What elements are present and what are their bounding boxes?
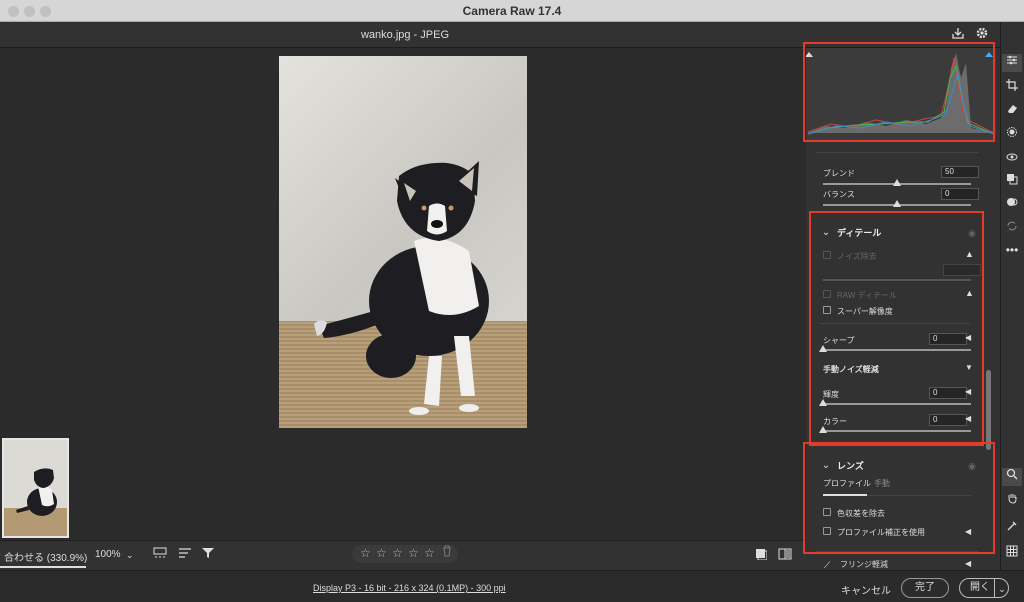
raw-detail-checkbox[interactable] [823,290,831,298]
reset-arrow-icon[interactable]: ◀ [965,387,971,396]
tab-profile[interactable]: プロファイル [823,478,871,489]
open-button-divider [994,578,995,598]
sharpen-label: シャープ [823,336,855,345]
visibility-eye-icon[interactable]: ◉ [966,224,978,242]
reset-arrow-icon[interactable]: ◀ [965,414,971,423]
super-resolution-checkbox[interactable] [823,306,831,314]
snapshots-icon[interactable] [1002,196,1022,212]
mask-icon[interactable] [1002,126,1022,142]
edit-sliders-icon[interactable] [1002,54,1022,72]
detail-section-title[interactable]: ディテール [837,226,881,239]
expand-arrow-icon[interactable]: ◀ [965,527,971,536]
color-noise-slider-handle[interactable] [819,426,827,433]
warning-icon: ▲ [965,249,974,259]
zoom-fit-label[interactable]: 合わせる (330.9%) [4,549,87,564]
tab-divider [867,495,971,496]
blend-value[interactable]: 50 [941,166,979,178]
noise-reduction-checkbox[interactable] [823,251,831,259]
sort-icon[interactable] [177,545,193,563]
raw-detail-label: RAW ディテール [837,291,898,300]
panel-divider [816,152,978,153]
noise-reduction-value [943,264,981,276]
reset-arrow-icon[interactable]: ◀ [965,333,971,342]
eraser-icon[interactable] [1002,102,1022,118]
sync-icon[interactable] [1002,220,1022,236]
panel-divider [820,323,970,324]
more-icon[interactable]: ••• [1002,242,1022,258]
rating-star-3[interactable]: ☆ [392,546,403,560]
rating-star-5[interactable]: ☆ [424,546,435,560]
grid-icon[interactable] [1002,545,1022,561]
lens-section-title[interactable]: レンズ [837,459,864,472]
file-name: wanko.jpg - JPEG [360,29,450,41]
warning-icon: ▲ [965,288,974,298]
sharpen-slider-track[interactable] [823,349,971,351]
zoom-icon[interactable] [1002,468,1022,486]
fringe-icon: ⟋ [823,560,831,570]
use-profile-label: プロファイル補正を使用 [837,528,925,537]
remove-ca-checkbox[interactable] [823,508,831,516]
color-noise-slider-track[interactable] [823,430,971,432]
chevron-down-icon[interactable]: ⌄ [820,457,832,475]
use-profile-checkbox[interactable] [823,527,831,535]
panel-divider [816,551,978,552]
fringe-section-title[interactable]: フリンジ軽減 [840,559,888,570]
filmstrip-toggle-icon[interactable] [152,545,168,563]
redeye-icon[interactable] [1002,150,1022,166]
preview-photo [279,56,527,428]
panel-scrollbar[interactable] [986,370,991,450]
filmstrip [0,436,806,540]
crop-icon[interactable] [1002,79,1022,95]
chevron-down-icon[interactable]: ⌄ [820,224,832,242]
tab-profile-underline [823,494,867,496]
luminance-slider-track[interactable] [823,403,971,405]
cancel-button[interactable]: キャンセル [841,582,891,597]
detail-highlight [809,211,984,446]
preview-mode-icon[interactable] [754,546,768,564]
luminance-slider-handle[interactable] [819,399,827,406]
color-sampler-icon[interactable] [1002,520,1022,536]
super-resolution-label: スーパー解像度 [837,307,893,316]
zoom-fit-underline [0,566,86,568]
balance-value[interactable]: 0 [941,188,979,200]
balance-slider-handle[interactable] [893,200,901,207]
done-button[interactable]: 完了 [901,578,949,598]
rating-star-1[interactable]: ☆ [360,546,371,560]
open-options-chevron-icon[interactable]: ⌄ [996,580,1008,598]
blend-label: ブレンド [823,169,855,178]
sharpen-slider-handle[interactable] [819,345,827,352]
histogram-highlight [803,42,995,142]
noise-reduction-label: ノイズ除去 [837,252,877,261]
balance-label: バランス [823,190,855,199]
before-after-icon[interactable] [778,546,792,564]
sharpen-value[interactable]: 0 [929,333,967,345]
filmstrip-thumbnail[interactable] [2,438,69,538]
color-noise-value[interactable]: 0 [929,414,967,426]
noise-reduction-slider-track [823,279,971,281]
zoom-percent-label[interactable]: 100% [95,549,121,560]
expand-arrow-icon[interactable]: ◀ [965,559,971,568]
title-bar: Camera Raw 17.4 [0,0,1024,22]
window-title: Camera Raw 17.4 [462,4,562,18]
visibility-eye-icon[interactable]: ◉ [966,457,978,475]
hand-icon[interactable] [1002,492,1022,508]
filter-icon[interactable] [200,545,216,563]
rating-star-2[interactable]: ☆ [376,546,387,560]
chevron-down-icon[interactable]: ⌄ [126,546,134,564]
rating-star-4[interactable]: ☆ [408,546,419,560]
blend-slider-handle[interactable] [893,179,901,186]
remove-ca-label: 色収差を除去 [837,509,885,518]
manual-noise-label[interactable]: 手動ノイズ軽減 [823,364,879,375]
workflow-options-link[interactable]: Display P3 - 16 bit - 216 x 324 (0.1MP) … [313,583,506,593]
presets-icon[interactable] [1002,173,1022,189]
luminance-value[interactable]: 0 [929,387,967,399]
tab-manual[interactable]: 手動 [874,478,890,489]
collapse-arrow-icon[interactable]: ▼ [965,363,973,372]
trash-icon[interactable] [440,545,454,564]
